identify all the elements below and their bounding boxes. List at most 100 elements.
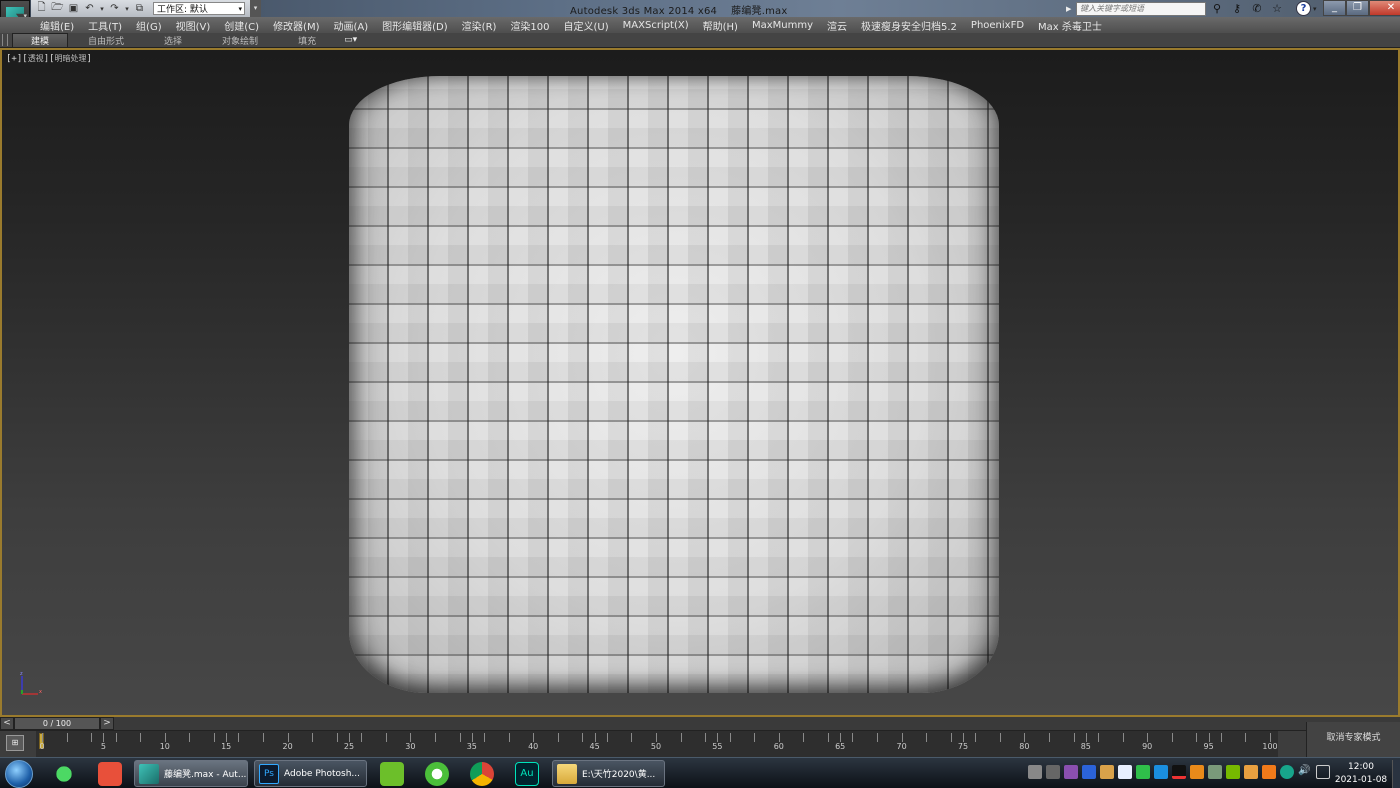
menu-tools[interactable]: 工具(T) — [88, 18, 130, 33]
menu-graph-editors[interactable]: 图形编辑器(D) — [382, 18, 456, 33]
menu-archive[interactable]: 极速瘦身安全归档5.2 — [861, 18, 965, 33]
camtasia-green-icon[interactable] — [380, 762, 404, 786]
edge-e-icon[interactable] — [1280, 765, 1294, 779]
audition-icon[interactable]: Au — [515, 762, 539, 786]
menu-render100[interactable]: 渲染100 — [510, 18, 557, 33]
search-input[interactable] — [1076, 1, 1206, 16]
key-tool-icon[interactable]: ⚷ — [1228, 2, 1246, 15]
save-icon[interactable]: ▣ — [67, 3, 80, 14]
time-slider-thumb[interactable]: 0 / 100 — [14, 717, 100, 730]
tab-object-paint[interactable]: 对象绘制 — [202, 34, 278, 47]
ribbon-toggle-icon[interactable]: ▭▾ — [344, 35, 357, 45]
help-icon[interactable]: ? — [1296, 1, 1311, 16]
wechat-icon[interactable] — [52, 762, 76, 786]
file-name: 藤编凳.max — [731, 6, 788, 17]
wicker-stool-model[interactable] — [349, 76, 999, 693]
track-tick — [877, 733, 879, 742]
new-file-icon[interactable]: 🗋 — [35, 0, 48, 17]
notification-icon[interactable] — [1190, 765, 1204, 779]
keyboard-icon[interactable] — [1028, 765, 1042, 779]
task-label: Adobe Photosh... — [284, 768, 360, 779]
photo-icon[interactable] — [1244, 765, 1258, 779]
baidu-icon[interactable] — [1082, 765, 1096, 779]
track-ruler[interactable]: 0 5 10 15 20 25 30 35 40 45 50 55 60 65 70 75 80 85 90 95 10… — [36, 731, 1278, 758]
clock[interactable]: 12:00 2021-01-08 — [1330, 761, 1392, 787]
binoculars-icon[interactable]: ⚲ — [1208, 2, 1226, 15]
track-tick — [1171, 733, 1173, 742]
star-icon[interactable]: ☆ — [1268, 2, 1286, 15]
redo-icon[interactable]: ↷ — [108, 3, 121, 14]
menu-group[interactable]: 组(G) — [136, 18, 170, 33]
chrome-icon[interactable] — [470, 762, 494, 786]
time-prev-button[interactable]: < — [0, 717, 14, 730]
camtasia-red-icon[interactable] — [98, 762, 122, 786]
qat-customize-button[interactable]: ▾ — [250, 0, 261, 17]
tab-freeform[interactable]: 自由形式 — [68, 34, 144, 47]
project-folder-icon[interactable]: ⧉ — [133, 3, 146, 14]
device-icon[interactable] — [1208, 765, 1222, 779]
tab-populate[interactable]: 填充 — [278, 34, 336, 47]
track-label: 15 — [221, 742, 232, 751]
menu-rendering[interactable]: 渲染(R) — [462, 18, 505, 33]
tab-modeling[interactable]: 建模 — [12, 32, 69, 48]
undo-dropdown-icon[interactable]: ▾ — [99, 5, 105, 13]
usb-icon[interactable] — [1100, 765, 1114, 779]
redo-dropdown-icon[interactable]: ▾ — [124, 5, 130, 13]
tab-selection[interactable]: 选择 — [144, 34, 202, 47]
ribbon-grip[interactable] — [2, 34, 8, 46]
shield-icon[interactable] — [1262, 765, 1276, 779]
menu-maxscript[interactable]: MAXScript(X) — [623, 20, 697, 31]
onenote-clip-icon[interactable] — [1064, 765, 1078, 779]
viewport-shading-label[interactable]: 明暗处理 — [55, 54, 87, 63]
menu-help[interactable]: 帮助(H) — [703, 18, 746, 33]
menu-xuanyun[interactable]: 渲云 — [827, 18, 855, 33]
network-icon[interactable] — [1316, 765, 1330, 779]
infocenter: ▶ ⚲ ⚷ ✆ ☆ ? ▾ — [1066, 1, 1321, 16]
ie-icon[interactable] — [425, 762, 449, 786]
help-dropdown-icon[interactable]: ▾ — [1313, 5, 1321, 13]
viewport-menu-plus[interactable]: [+] — [6, 54, 22, 64]
workspace-dropdown[interactable]: 工作区: 默认 ▾ — [153, 2, 245, 15]
show-desktop-button[interactable] — [1392, 760, 1400, 788]
taskbar-task-photoshop[interactable]: Ps Adobe Photosh... — [254, 760, 367, 787]
maximize-button[interactable]: ❐ — [1346, 0, 1369, 16]
menu-customize[interactable]: 自定义(U) — [564, 18, 617, 33]
track-tick — [606, 733, 608, 742]
menu-modifiers[interactable]: 修改器(M) — [273, 18, 327, 33]
perspective-viewport[interactable]: [+][透视][明暗处理] z x — [0, 48, 1400, 717]
menu-antivirus[interactable]: Max 杀毒卫士 — [1038, 18, 1110, 33]
menu-maxmummy[interactable]: MaxMummy — [752, 20, 821, 31]
close-button[interactable]: ✕ — [1369, 0, 1400, 16]
search-expand-icon[interactable]: ▶ — [1066, 5, 1074, 13]
menu-phoenixfd[interactable]: PhoenixFD — [971, 20, 1032, 31]
track-tick — [557, 733, 559, 742]
nvidia-icon[interactable] — [1226, 765, 1240, 779]
menu-edit[interactable]: 编辑(E) — [40, 18, 82, 33]
curve-editor-icon[interactable]: ⊞ — [6, 735, 24, 751]
wechat-tray-icon[interactable] — [1136, 765, 1150, 779]
track-tick — [631, 733, 633, 742]
track-label: 70 — [896, 742, 907, 751]
track-tick — [263, 733, 265, 742]
tencent-icon[interactable] — [1154, 765, 1168, 779]
volume-icon[interactable]: 🔊 — [1298, 765, 1312, 779]
qq-icon[interactable] — [1172, 765, 1186, 779]
start-button[interactable] — [5, 760, 33, 788]
tray-arrow-icon[interactable] — [1046, 765, 1060, 779]
workspace-value: 工作区: 默认 — [157, 5, 208, 15]
exit-expert-mode-button[interactable]: 取消专家模式 — [1306, 722, 1400, 757]
menu-animation[interactable]: 动画(A) — [334, 18, 377, 33]
open-folder-icon[interactable]: 🗁 — [51, 0, 64, 17]
xunlei-icon[interactable] — [1118, 765, 1132, 779]
satellite-icon[interactable]: ✆ — [1248, 2, 1266, 15]
menu-views[interactable]: 视图(V) — [176, 18, 219, 33]
undo-icon[interactable]: ↶ — [83, 3, 96, 14]
minimize-button[interactable]: _ — [1323, 0, 1346, 16]
time-slider[interactable]: < 0 / 100 > — [0, 717, 1400, 730]
time-next-button[interactable]: > — [100, 717, 114, 730]
viewport-view-label[interactable]: 透视 — [28, 54, 44, 63]
taskbar-task-explorer[interactable]: E:\天竹2020\黄... — [552, 760, 665, 787]
app-title: Autodesk 3ds Max 2014 x64 — [570, 6, 718, 17]
menu-create[interactable]: 创建(C) — [224, 18, 267, 33]
taskbar-task-3dsmax[interactable]: 藤编凳.max - Aut... — [134, 760, 248, 787]
